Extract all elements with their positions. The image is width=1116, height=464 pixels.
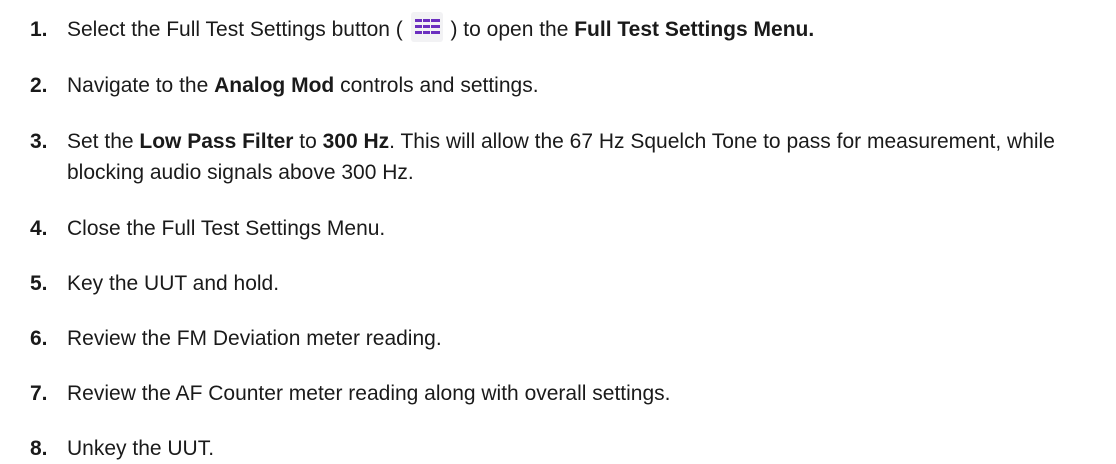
step-text: Select the Full Test Settings button ( )… <box>67 12 1107 45</box>
step-text-segment: Close the Full Test Settings Menu. <box>67 217 386 240</box>
step-number: 6. <box>30 327 48 350</box>
step-number: 5. <box>30 272 48 295</box>
step-text-segment: Review the FM Deviation meter reading. <box>67 327 442 350</box>
step-text-segment: Navigate to the <box>67 74 215 97</box>
step-text-segment: Set the <box>67 130 140 153</box>
step-text-segment: ) to open the <box>444 18 575 41</box>
step-number: 1. <box>30 18 48 41</box>
full-test-settings-icon <box>410 12 443 43</box>
step-text-segment: Unkey the UUT. <box>67 437 215 460</box>
step-text: Set the Low Pass Filter to 300 Hz. This … <box>67 126 1107 188</box>
step-number: 2. <box>30 74 48 97</box>
step-number: 3. <box>30 130 48 153</box>
step-text-segment: Key the UUT and hold. <box>67 272 280 295</box>
step-text-segment: to <box>293 130 323 153</box>
step-text-segment: controls and settings. <box>334 74 539 97</box>
step-number: 7. <box>30 382 48 405</box>
emphasis-text: Full Test Settings Menu. <box>574 18 815 41</box>
step-text-segment: Select the Full Test Settings button ( <box>67 18 409 41</box>
step-text: Review the FM Deviation meter reading. <box>67 323 1107 354</box>
step-text: Review the AF Counter meter reading alon… <box>67 378 1107 409</box>
step-text-segment: Review the AF Counter meter reading alon… <box>67 382 671 405</box>
step-text: Key the UUT and hold. <box>67 268 1107 299</box>
procedure-steps: 1. Select the Full Test Settings button (… <box>0 0 1116 460</box>
step-number: 8. <box>30 437 48 460</box>
step-text: Unkey the UUT. <box>67 433 1107 464</box>
step-number: 4. <box>30 217 48 240</box>
step-text: Close the Full Test Settings Menu. <box>67 213 1107 244</box>
emphasis-text: 300 Hz <box>322 130 390 153</box>
emphasis-text: Analog Mod <box>214 74 335 97</box>
emphasis-text: Low Pass Filter <box>139 130 294 153</box>
step-text: Navigate to the Analog Mod controls and … <box>67 70 1107 101</box>
